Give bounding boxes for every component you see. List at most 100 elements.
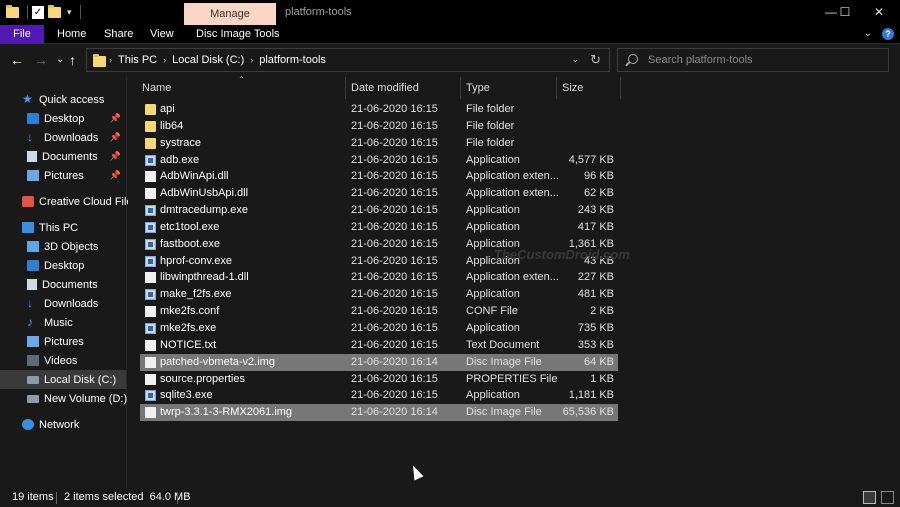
- sidebar-item-this-pc[interactable]: This PC: [0, 218, 126, 237]
- file-type: Application exten...: [466, 170, 559, 183]
- manage-context-tab[interactable]: Manage: [184, 3, 276, 25]
- file-date: 21-06-2020 16:15: [351, 153, 438, 166]
- tab-view[interactable]: View: [138, 25, 186, 44]
- sidebar-item-creative-cloud[interactable]: Creative Cloud Files: [0, 192, 138, 211]
- file-row[interactable]: etc1tool.exe 21-06-2020 16:15 Application 4…: [140, 219, 618, 236]
- chevron-right-icon[interactable]: ›: [250, 55, 253, 65]
- window-title: platform-tools: [285, 6, 352, 18]
- file-type: Application exten...: [466, 187, 559, 200]
- address-bar[interactable]: › This PC › Local Disk (C:) › platform-t…: [86, 48, 610, 72]
- toolbar-divider: [27, 5, 28, 19]
- file-row[interactable]: dmtracedump.exe 21-06-2020 16:15 Applicati…: [140, 202, 618, 219]
- file-row[interactable]: patched-vbmeta-v2.img 21-06-2020 16:14 Dis…: [140, 353, 618, 371]
- breadcrumb-local-disk[interactable]: Local Disk (C:): [172, 54, 244, 66]
- sidebar-item-desktop-pc[interactable]: Desktop: [0, 256, 126, 275]
- up-arrow-icon[interactable]: ↑: [69, 52, 76, 68]
- title-bar: ✓ ▾ Manage platform-tools — ☐ ✕: [0, 0, 900, 25]
- large-icons-view-icon[interactable]: [881, 491, 894, 504]
- column-header-name[interactable]: Name ⌃: [128, 75, 346, 99]
- sidebar-item-documents-pc[interactable]: Documents: [0, 275, 126, 294]
- back-arrow-icon[interactable]: ←: [10, 52, 24, 68]
- file-size: 62 KB: [584, 187, 614, 200]
- column-header-type[interactable]: Type: [461, 77, 557, 99]
- file-size: 4,577 KB: [568, 153, 614, 166]
- pin-icon: 📌: [109, 151, 121, 161]
- file-icon: [145, 272, 156, 284]
- expand-ribbon-icon[interactable]: ⌄: [864, 28, 872, 40]
- application-icon: [145, 154, 156, 166]
- file-type: Application: [466, 204, 520, 217]
- disk-icon: [27, 375, 39, 384]
- file-type: Application: [466, 288, 520, 301]
- file-row[interactable]: systrace 21-06-2020 16:15 File folder: [140, 135, 618, 152]
- file-date: 21-06-2020 16:14: [351, 355, 438, 368]
- breadcrumb-this-pc[interactable]: This PC: [118, 54, 157, 66]
- sidebar-item-label: Pictures: [44, 169, 84, 182]
- chevron-right-icon[interactable]: ›: [163, 55, 166, 65]
- refresh-icon[interactable]: ↻: [590, 52, 601, 68]
- sidebar-item-3d-objects[interactable]: 3D Objects: [0, 237, 126, 256]
- file-row[interactable]: AdbWinUsbApi.dll 21-06-2020 16:15 Applicat…: [140, 185, 618, 202]
- forward-arrow-icon[interactable]: →: [34, 52, 48, 68]
- address-dropdown-icon[interactable]: ⌄: [571, 54, 579, 65]
- file-name: source.properties: [160, 372, 245, 385]
- details-view-icon[interactable]: [863, 491, 876, 504]
- sidebar-item-pictures-pc[interactable]: Pictures: [0, 332, 126, 351]
- breadcrumb-platform-tools[interactable]: platform-tools: [259, 54, 326, 66]
- sidebar-item-music[interactable]: ♪ Music: [0, 313, 126, 332]
- folder-icon: [145, 137, 156, 149]
- file-row[interactable]: adb.exe 21-06-2020 16:15 Application 4,577 …: [140, 152, 618, 169]
- application-icon: [145, 238, 156, 250]
- sidebar-item-downloads[interactable]: ↓ Downloads 📌: [0, 128, 126, 147]
- search-input[interactable]: [648, 53, 878, 67]
- close-button[interactable]: ✕: [856, 0, 900, 25]
- file-row[interactable]: make_f2fs.exe 21-06-2020 16:15 Application…: [140, 286, 618, 303]
- sidebar-item-quick-access[interactable]: ★ Quick access: [0, 90, 126, 109]
- recent-locations-icon[interactable]: ⌄: [56, 54, 64, 65]
- sidebar-item-new-volume[interactable]: New Volume (D:): [0, 389, 127, 408]
- sidebar-item-desktop[interactable]: Desktop 📌: [0, 109, 126, 128]
- file-row[interactable]: libwinpthread-1.dll 21-06-2020 16:15 Appli…: [140, 269, 618, 286]
- sidebar-item-documents[interactable]: Documents 📌: [0, 147, 126, 166]
- tab-file[interactable]: File: [0, 25, 44, 44]
- column-header-date[interactable]: Date modified: [346, 77, 461, 99]
- file-icon: [145, 188, 156, 200]
- watermark: TheCustomDroid.com: [494, 247, 630, 262]
- file-row[interactable]: mke2fs.exe 21-06-2020 16:15 Application 735…: [140, 320, 618, 337]
- file-row[interactable]: source.properties 21-06-2020 16:15 PROPERT…: [140, 371, 618, 388]
- file-row[interactable]: NOTICE.txt 21-06-2020 16:15 Text Document 3…: [140, 337, 618, 354]
- sidebar-item-pictures[interactable]: Pictures 📌: [0, 166, 126, 185]
- file-row[interactable]: lib64 21-06-2020 16:15 File folder: [140, 118, 618, 135]
- search-box[interactable]: [617, 48, 889, 72]
- file-row[interactable]: sqlite3.exe 21-06-2020 16:15 Application 1,…: [140, 387, 618, 404]
- tab-home[interactable]: Home: [45, 25, 98, 44]
- folder-icon: [145, 104, 156, 115]
- file-row[interactable]: twrp-3.3.1-3-RMX2061.img 21-06-2020 16:14…: [140, 404, 618, 422]
- file-row[interactable]: api 21-06-2020 16:15 File folder: [140, 101, 618, 118]
- file-row[interactable]: AdbWinApi.dll 21-06-2020 16:15 Application…: [140, 168, 618, 185]
- chevron-right-icon[interactable]: ›: [109, 55, 112, 65]
- column-header-size[interactable]: Size: [557, 77, 621, 99]
- application-icon: [145, 221, 156, 233]
- new-folder-icon[interactable]: [48, 4, 61, 18]
- customize-toolbar-icon[interactable]: ▾: [67, 7, 72, 18]
- folder-icon[interactable]: [6, 4, 19, 18]
- sidebar-item-local-disk[interactable]: Local Disk (C:): [0, 370, 126, 389]
- file-size: 735 KB: [577, 321, 614, 334]
- application-icon: [145, 205, 156, 217]
- application-icon: [145, 289, 156, 301]
- file-size: 64 KB: [584, 355, 614, 368]
- properties-icon[interactable]: ✓: [32, 5, 44, 19]
- file-date: 21-06-2020 16:15: [351, 136, 438, 149]
- sidebar-item-network[interactable]: Network: [0, 415, 126, 434]
- file-row[interactable]: mke2fs.conf 21-06-2020 16:15 CONF File 2 KB: [140, 303, 618, 320]
- file-type: Disc Image File: [466, 355, 542, 368]
- sidebar-item-videos[interactable]: Videos: [0, 351, 126, 370]
- pictures-icon: [27, 170, 39, 181]
- tab-disc-image-tools[interactable]: Disc Image Tools: [184, 25, 292, 44]
- file-type: Text Document: [466, 338, 540, 351]
- file-date: 21-06-2020 16:14: [351, 406, 438, 419]
- sidebar-item-downloads-pc[interactable]: ↓ Downloads: [0, 294, 126, 313]
- network-icon: [22, 419, 34, 430]
- help-icon[interactable]: ?: [882, 28, 894, 40]
